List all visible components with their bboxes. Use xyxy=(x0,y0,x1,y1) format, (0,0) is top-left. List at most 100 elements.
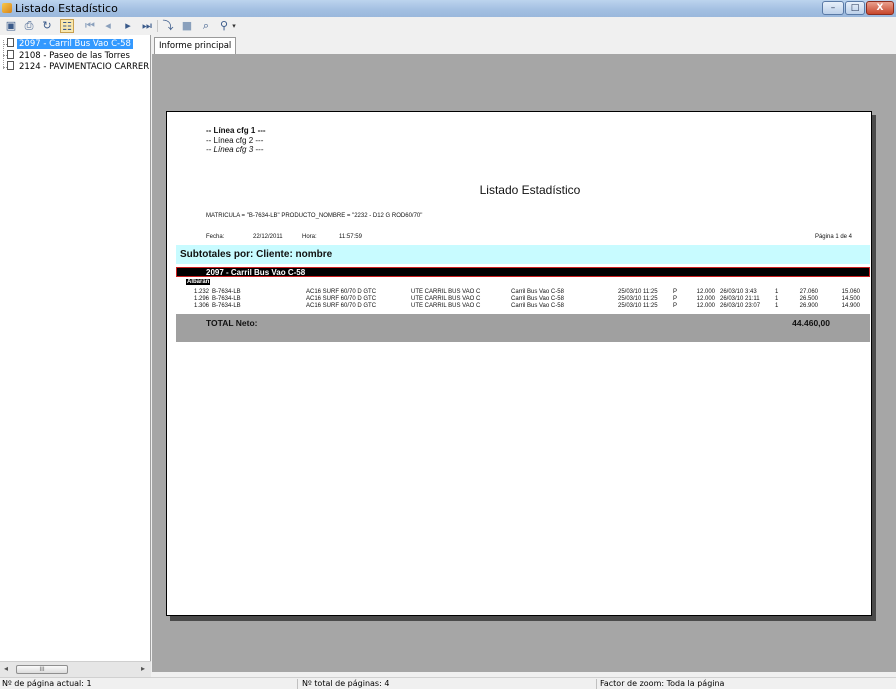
cell-cliente: UTE CARRIL BUS VAO C xyxy=(411,296,481,302)
tree-item[interactable]: 2097 - Carril Bus Vao C-58 xyxy=(7,38,133,49)
cell-peso-entrada: 12.000 xyxy=(696,296,715,302)
first-page-icon[interactable]: ⏮ xyxy=(83,19,97,33)
fecha-label: Fecha: xyxy=(206,234,225,240)
tab-informe-principal[interactable]: Informe principal xyxy=(154,37,237,54)
goto-page-icon[interactable]: ⤵ xyxy=(161,19,175,33)
tree-item[interactable]: 2108 - Paseo de las Torres xyxy=(7,50,132,61)
fecha-value: 22/12/2011 xyxy=(253,234,283,240)
total-band xyxy=(176,314,870,342)
cell-obra: Carril Bus Vao C-58 xyxy=(511,303,564,309)
page-number: Página 1 de 4 xyxy=(814,234,852,240)
cell-bas-entrada: P xyxy=(673,289,678,295)
column-header-producto: Producto xyxy=(306,279,333,285)
tree-toggle-icon[interactable]: ☷ xyxy=(60,19,74,33)
cell-producto: AC16 SURF 60/70 D GTC xyxy=(306,303,377,309)
cell-matricula: B-7634-LB xyxy=(212,289,241,295)
tree-item[interactable]: 2124 - PAVIMENTACIO CARRER xyxy=(7,61,151,72)
column-header-fh-entrada: F.H. Entrada xyxy=(618,279,653,285)
cell-peso-salida: 26.500 xyxy=(799,296,818,302)
column-header-bas-salida: BAS. xyxy=(769,279,784,285)
find-icon[interactable]: ⌕ xyxy=(199,19,213,33)
column-header-obra: Obra xyxy=(511,279,526,285)
column-header-albaran: Albarán xyxy=(186,279,211,285)
cell-matricula: B-7634-LB xyxy=(212,303,241,309)
document-icon xyxy=(7,50,14,59)
cell-fh-entrada: 25/03/10 11:25 xyxy=(618,289,658,295)
status-total-pages: Nº total de páginas: 4 xyxy=(302,679,390,688)
column-header-fh-salida: F.H. Salida xyxy=(720,279,751,285)
report-title: Listado Estadístico xyxy=(479,183,581,197)
cfg-line-2: -- Línea cfg 2 --- xyxy=(206,136,264,145)
column-header-matricula: Matrícula xyxy=(212,279,239,285)
cell-peso-salida: 26.900 xyxy=(799,303,818,309)
cell-fh-entrada: 25/03/10 11:25 xyxy=(618,303,658,309)
cell-matricula: B-7634-LB xyxy=(212,296,241,302)
print-icon[interactable]: ⎙ xyxy=(22,19,36,33)
cell-fh-salida: 26/03/10 23:07 xyxy=(720,303,761,309)
group-title: 2097 - Carril Bus Vao C-58 xyxy=(206,268,306,277)
title-bar: Listado Estadístico – □ X xyxy=(0,0,896,17)
cell-albaran: 1.296 xyxy=(193,296,209,302)
cell-bas-entrada: P xyxy=(673,296,678,302)
status-current-page: Nº de página actual: 1 xyxy=(2,679,92,688)
cell-peso-entrada: 12.000 xyxy=(696,303,715,309)
cell-fh-entrada: 25/03/10 11:25 xyxy=(618,296,658,302)
hora-value: 11:57:59 xyxy=(339,234,362,240)
toolbar-separator xyxy=(157,20,158,32)
total-label: TOTAL Neto: xyxy=(206,318,258,328)
cell-producto: AC16 SURF 60/70 D GTC xyxy=(306,296,377,302)
scroll-thumb[interactable]: III xyxy=(16,665,68,674)
scroll-right-icon[interactable]: ▸ xyxy=(141,664,145,673)
maximize-button[interactable]: □ xyxy=(845,1,865,15)
cfg-line-3: -- Línea cfg 3 --- xyxy=(206,145,264,154)
zoom-dropdown-icon[interactable]: ▾ xyxy=(230,19,238,33)
cell-obra: Carril Bus Vao C-58 xyxy=(511,296,564,302)
status-separator xyxy=(596,679,597,689)
cell-bas-salida: 1 xyxy=(775,289,779,295)
document-icon xyxy=(7,61,14,70)
prev-page-icon[interactable]: ◂ xyxy=(101,19,115,33)
cell-peso-salida: 27.060 xyxy=(799,289,818,295)
cell-albaran: 1.306 xyxy=(193,303,209,309)
total-value: 44.460,00 xyxy=(792,318,830,328)
column-header-cliente: Cliente xyxy=(411,279,432,285)
close-button[interactable]: X xyxy=(866,1,894,15)
cell-cliente: UTE CARRIL BUS VAO C xyxy=(411,303,481,309)
next-page-icon[interactable]: ▸ xyxy=(121,19,135,33)
window-title: Listado Estadístico xyxy=(15,2,118,15)
document-icon xyxy=(7,38,14,47)
zoom-icon[interactable]: ⚲ xyxy=(217,19,231,33)
status-separator xyxy=(297,679,298,689)
export-icon[interactable]: ▣ xyxy=(4,19,18,33)
cell-fh-salida: 26/03/10 21:11 xyxy=(720,296,760,302)
cell-bas-salida: 1 xyxy=(775,303,779,309)
stop-icon[interactable]: ■ xyxy=(180,19,194,33)
column-header-bas-entrada: BAS. xyxy=(667,279,682,285)
column-header-peso-salida: Peso (kg) xyxy=(786,279,814,285)
status-zoom: Factor de zoom: Toda la página xyxy=(600,679,725,688)
minimize-button[interactable]: – xyxy=(822,1,844,15)
cell-producto: AC16 SURF 60/70 D GTC xyxy=(306,289,377,295)
cell-cliente: UTE CARRIL BUS VAO C xyxy=(411,289,481,295)
scroll-left-icon[interactable]: ◂ xyxy=(4,664,8,673)
cfg-line-1: -- Línea cfg 1 --- xyxy=(206,126,266,135)
cell-bas-salida: 1 xyxy=(775,296,779,302)
refresh-icon[interactable]: ↻ xyxy=(40,19,54,33)
tree-horizontal-scrollbar[interactable]: ◂ III ▸ xyxy=(0,661,151,677)
status-bar: Nº de página actual: 1 Nº total de págin… xyxy=(0,677,896,689)
cell-albaran: 1.232 xyxy=(193,289,209,295)
cell-neto: 15.060 xyxy=(841,289,860,295)
toolbar: ▣ ⎙ ↻ ☷ ⏮ ◂ ▸ ⏭ ⤵ ■ ⌕ ⚲ ▾ xyxy=(0,17,896,35)
last-page-icon[interactable]: ⏭ xyxy=(140,19,154,33)
column-header-neto: NETO (kg) xyxy=(826,279,856,285)
column-header-peso-entrada: Peso (kg) xyxy=(683,279,711,285)
column-header-remolque: Remolque xyxy=(261,279,291,285)
cell-neto: 14.500 xyxy=(841,296,860,302)
cell-neto: 14.900 xyxy=(841,303,860,309)
cell-bas-entrada: P xyxy=(673,303,678,309)
app-icon xyxy=(2,3,12,13)
cell-fh-salida: 26/03/10 3:43 xyxy=(720,289,757,295)
group-tree: 2097 - Carril Bus Vao C-58 2108 - Paseo … xyxy=(0,35,151,661)
hora-label: Hora: xyxy=(302,234,317,240)
subtotal-title: Subtotales por: Cliente: nombre xyxy=(180,249,333,260)
